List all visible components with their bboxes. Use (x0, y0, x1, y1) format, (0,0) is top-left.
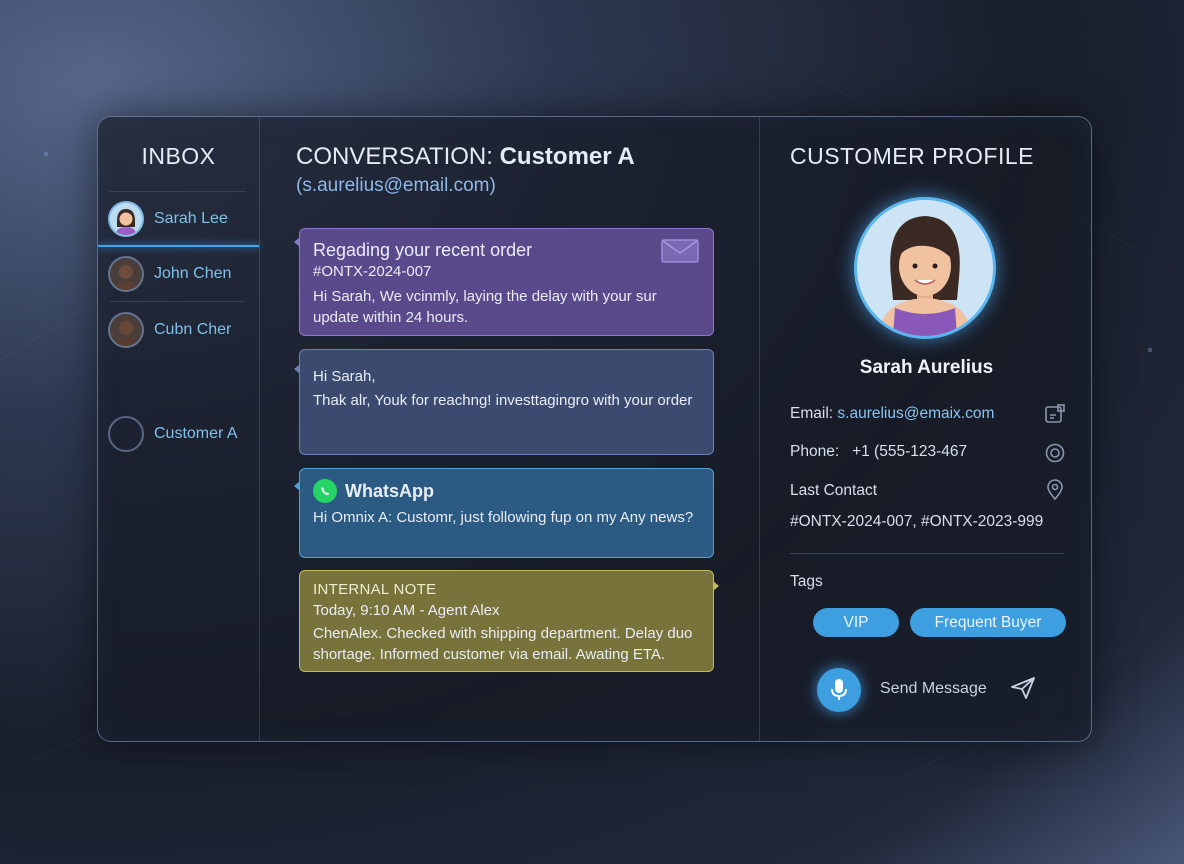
bubble-tail (294, 481, 300, 491)
location-pin-icon[interactable] (1044, 479, 1066, 501)
email-message[interactable]: Regading your recent order #ONTX-2024-00… (294, 228, 714, 336)
message-subject: Regading your recent order (313, 240, 533, 260)
email-row: Email: s.aurelius@emaix.com (790, 405, 994, 423)
inbox-panel: INBOX Sarah Lee John Chen Cubn Cher Cust… (98, 117, 259, 741)
whatsapp-icon (313, 479, 337, 503)
tags-label: Tags (790, 573, 823, 590)
message-body: Hi Sarah, We vcinmly, laying the delay w… (313, 288, 657, 326)
target-icon[interactable] (1044, 442, 1066, 464)
phone-label: Phone: (790, 443, 840, 460)
person-avatar-icon (110, 258, 142, 290)
person-avatar-icon (857, 200, 993, 336)
profile-title: CUSTOMER PROFILE (790, 143, 1034, 169)
paper-plane-icon[interactable] (1010, 676, 1036, 700)
reply-message[interactable]: Hi Sarah, Thak alr, Youk for reachng! in… (294, 349, 714, 455)
inbox-item-label: Sarah Lee (154, 210, 228, 227)
inbox-title: INBOX (141, 143, 216, 169)
profile-divider (790, 553, 1064, 554)
bubble-tail (713, 581, 719, 591)
conversation-email: (s.aurelius@email.com) (296, 175, 496, 196)
crm-window: INBOX Sarah Lee John Chen Cubn Cher Cust… (97, 116, 1092, 742)
note-label: INTERNAL NOTE (313, 581, 437, 598)
last-contact-label: Last Contact (790, 482, 878, 499)
send-message-label[interactable]: Send Message (880, 680, 987, 698)
message-body: Thak alr, Youk for reachng! investtaging… (313, 392, 693, 409)
whatsapp-message[interactable]: WhatsApp Hi Omnix A: Customr, just follo… (294, 468, 714, 558)
avatar (108, 312, 144, 348)
envelope-icon (661, 239, 699, 263)
bg-dot (1148, 348, 1152, 352)
person-avatar-icon (110, 314, 142, 346)
person-avatar-icon (110, 203, 142, 235)
avatar (108, 256, 144, 292)
last-contact-row: Last Contact (790, 482, 877, 500)
conversation-title: CONVERSATION: Customer A (296, 143, 635, 171)
internal-note[interactable]: INTERNAL NOTE Today, 9:10 AM - Agent Ale… (299, 570, 719, 672)
message-greeting: Hi Sarah, (313, 368, 376, 385)
edit-icon[interactable] (1044, 403, 1066, 425)
inbox-item-customer-a[interactable]: Customer A (108, 416, 238, 452)
email-value[interactable]: s.aurelius@emaix.com (837, 405, 994, 422)
phone-row: Phone: +1 (555-123-467 (790, 443, 967, 461)
active-item-indicator (98, 245, 259, 247)
conversation-title-prefix: CONVERSATION: (296, 143, 493, 170)
whatsapp-header: WhatsApp (313, 479, 700, 503)
customer-profile-panel: CUSTOMER PROFILE Sarah Aurelius Email: s… (760, 117, 1091, 741)
tag-frequent-buyer[interactable]: Frequent Buyer (910, 608, 1066, 637)
conversation-panel: CONVERSATION: Customer A (s.aurelius@ema… (259, 117, 759, 741)
inbox-item-label: John Chen (154, 265, 232, 282)
avatar (108, 201, 144, 237)
bg-dot (44, 152, 48, 156)
avatar-placeholder (108, 416, 144, 452)
inbox-item-label: Customer A (154, 425, 238, 442)
microphone-button[interactable] (817, 668, 861, 712)
message-body: ChenAlex. Checked with shipping departme… (313, 625, 693, 663)
order-number: #ONTX-2024-007 (313, 263, 432, 280)
message-body: Hi Omnix A: Customr, just following fup … (313, 509, 694, 526)
order-history: #ONTX-2024-007, #ONTX-2023-999 (790, 513, 1043, 531)
email-label: Email: (790, 405, 834, 422)
bubble-tail (294, 237, 300, 247)
note-meta: Today, 9:10 AM - Agent Alex (313, 602, 500, 619)
inbox-divider (110, 301, 246, 302)
inbox-item-john-chen[interactable]: John Chen (108, 256, 231, 292)
profile-avatar (854, 197, 996, 339)
tag-vip[interactable]: VIP (813, 608, 899, 637)
bubble-tail (294, 364, 300, 374)
profile-name: Sarah Aurelius (859, 357, 994, 378)
inbox-item-label: Cubn Cher (154, 321, 232, 338)
inbox-item-sarah-lee[interactable]: Sarah Lee (108, 201, 228, 237)
channel-label: WhatsApp (345, 480, 434, 501)
inbox-item-cubn-cher[interactable]: Cubn Cher (108, 312, 231, 348)
phone-value[interactable]: +1 (555-123-467 (852, 443, 967, 460)
microphone-icon (831, 679, 847, 700)
conversation-customer-name: Customer A (499, 143, 635, 170)
inbox-divider (110, 191, 246, 192)
order-history-value: #ONTX-2024-007, #ONTX-2023-999 (790, 513, 1044, 530)
